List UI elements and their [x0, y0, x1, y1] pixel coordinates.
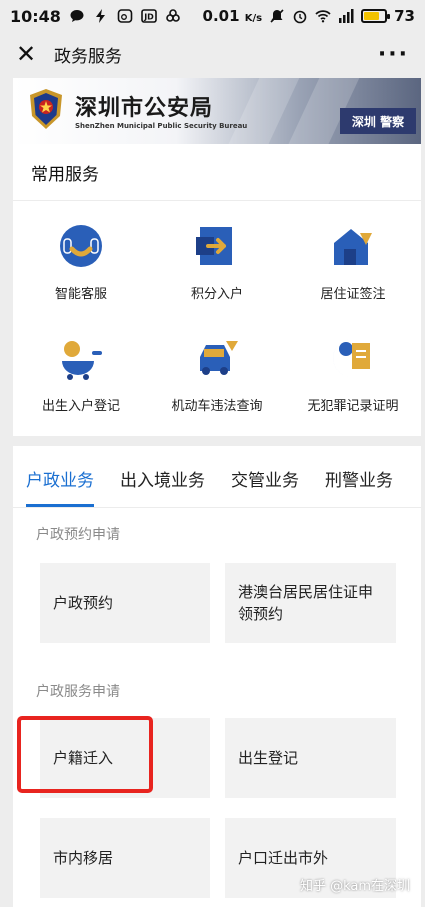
sign-text: 深圳 警察 — [351, 114, 405, 129]
mute-icon — [270, 9, 284, 23]
household-appointment-button[interactable]: 户政预约 — [40, 563, 210, 643]
service-birth-registration[interactable]: 出生入户登记 — [13, 327, 149, 439]
signal-icon — [339, 9, 354, 23]
weibo-icon — [117, 9, 133, 23]
close-icon[interactable]: ✕ — [16, 42, 42, 66]
service-label: 居住证签注 — [320, 287, 386, 302]
service-label: 无犯罪记录证明 — [307, 399, 399, 414]
business-tabs: 户政业务 出入境业务 交管业务 刑警业务 — [13, 446, 421, 508]
business-card: 户政业务 出入境业务 交管业务 刑警业务 户政预约申请 户政预约 港澳台居民居住… — [13, 446, 421, 907]
speed-unit: K/s — [244, 13, 263, 24]
wifi-icon — [315, 10, 331, 23]
birth-registration-button[interactable]: 出生登记 — [225, 718, 396, 798]
svg-text:JD: JD — [143, 13, 154, 22]
service-label: 出生入户登记 — [41, 399, 120, 414]
clock: 10:48 — [10, 6, 61, 26]
service-label: 智能客服 — [54, 287, 107, 302]
service-label: 积分入户 — [190, 287, 243, 302]
residence-permit-icon — [334, 229, 372, 265]
tab-entry-exit[interactable]: 出入境业务 — [120, 466, 205, 507]
service-vehicle-violation[interactable]: 机动车违法查询 — [149, 327, 285, 439]
tab-household[interactable]: 户政业务 — [26, 466, 94, 507]
service-label: 机动车违法查询 — [171, 399, 263, 414]
tab-criminal[interactable]: 刑警业务 — [325, 466, 393, 507]
alarm-icon — [293, 10, 307, 24]
no-crime-record-icon — [332, 339, 370, 377]
banner-title: 深圳市公安局 — [75, 96, 214, 121]
battery-icon — [361, 9, 391, 23]
intra-city-move-button[interactable]: 市内移居 — [40, 818, 210, 898]
service-smart-support[interactable]: 智能客服 — [13, 215, 149, 327]
notification-icons: JD — [69, 8, 181, 24]
banner-stripe — [222, 78, 304, 144]
network-speed: 0.01 K/s — [203, 7, 263, 25]
household-move-in-button[interactable]: 户籍迁入 — [40, 718, 210, 798]
points-household-icon — [196, 227, 232, 265]
common-services-card: 常用服务 智能客服 积分入户 居住证签注 出生入户登记 机动车违法查询 无犯罪记… — [13, 144, 421, 436]
status-bar: 10:48 JD 0.01 K/s 73 — [0, 0, 425, 32]
link-icon — [166, 9, 180, 22]
services-grid: 智能客服 积分入户 居住证签注 出生入户登记 机动车违法查询 无犯罪记录证明 — [13, 201, 421, 439]
common-services-header: 常用服务 — [13, 144, 421, 201]
customer-service-icon — [60, 225, 102, 267]
vehicle-violation-icon — [200, 341, 238, 375]
speed-value: 0.01 — [202, 7, 240, 25]
police-emblem-icon — [30, 89, 62, 129]
banner-subtitle: ShenZhen Municipal Public Security Burea… — [75, 122, 248, 130]
police-car-sign: 深圳 警察 — [340, 108, 416, 134]
chat-icon — [70, 10, 84, 22]
battery-percent: 73 — [394, 7, 415, 25]
section-title-service: 户政服务申请 — [36, 684, 120, 700]
tab-traffic[interactable]: 交管业务 — [231, 466, 299, 507]
hmt-residence-appointment-button[interactable]: 港澳台居民居住证申领预约 — [225, 563, 396, 643]
more-icon[interactable]: ··· — [378, 42, 409, 67]
jd-icon: JD — [141, 9, 157, 23]
bureau-banner: 深圳市公安局 ShenZhen Municipal Public Securit… — [13, 78, 421, 144]
service-residence-permit[interactable]: 居住证签注 — [285, 215, 421, 327]
nav-bar: ✕ 政务服务 ··· — [0, 32, 425, 76]
birth-registration-icon — [62, 341, 102, 380]
service-points-household[interactable]: 积分入户 — [149, 215, 285, 327]
service-no-crime-record[interactable]: 无犯罪记录证明 — [285, 327, 421, 439]
watermark: 知乎 @kam在深圳 — [300, 879, 411, 894]
lightning-icon — [95, 9, 105, 23]
section-title-appointment: 户政预约申请 — [36, 527, 120, 543]
page-title: 政务服务 — [54, 46, 122, 67]
